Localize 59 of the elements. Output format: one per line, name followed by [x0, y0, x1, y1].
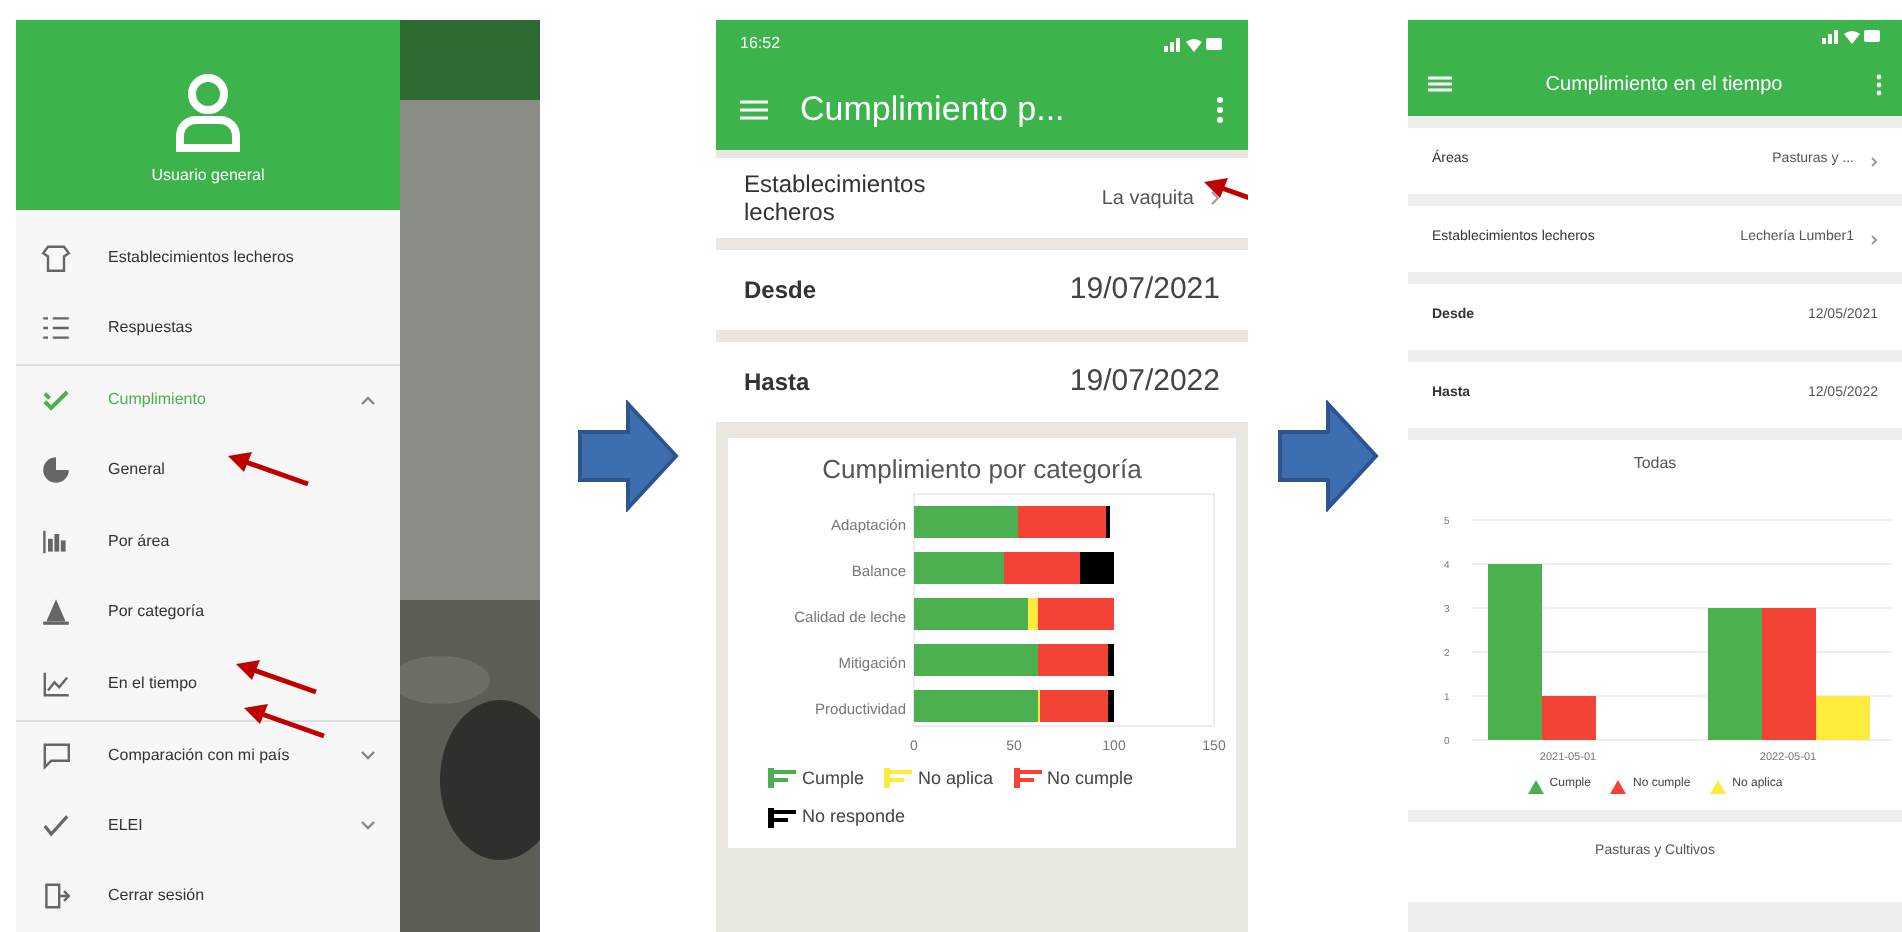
pyramid-icon — [40, 596, 72, 629]
bar-segment — [914, 551, 1004, 583]
screen-title: Cumplimiento en el tiempo — [1543, 71, 1785, 99]
filter-value: 19/07/2022 — [1067, 361, 1220, 402]
chevron-icon — [1870, 233, 1878, 245]
filter-label: Hasta — [744, 368, 812, 396]
more-icon[interactable] — [1876, 73, 1882, 95]
filter-value: 19/07/2021 — [1067, 269, 1220, 310]
legend-label: No cumple — [1047, 765, 1134, 792]
annotation-arrow — [240, 700, 328, 740]
legend-icon — [884, 768, 913, 789]
menu-item[interactable]: Respuestas — [16, 293, 400, 364]
filter-label: Establecimientos lecheros — [744, 170, 928, 226]
more-icon[interactable] — [1216, 95, 1224, 123]
annotation-arrow — [224, 448, 312, 488]
logout-icon — [40, 880, 72, 913]
filter-row[interactable]: Establecimientos lecheros La vaquita — [716, 158, 1248, 238]
legend-label: No aplica — [918, 765, 994, 792]
chart-title: Cumplimiento por categoría — [822, 452, 1142, 488]
line-chart-icon — [40, 667, 72, 700]
menu-item[interactable]: General — [16, 435, 400, 506]
filter-row[interactable]: Desde 19/07/2021 — [716, 250, 1248, 330]
menu-item[interactable]: Cerrar sesión — [16, 861, 400, 932]
annotation-arrow — [232, 656, 320, 696]
user-icon — [172, 72, 244, 152]
legend-label: Cumple — [802, 765, 865, 792]
menu-item[interactable]: En el tiempo — [16, 648, 400, 719]
screen-title: Cumplimiento p... — [800, 87, 1067, 132]
bar-chart-icon — [40, 525, 72, 558]
chart-title: Todas — [1633, 452, 1677, 476]
status-icons — [1822, 28, 1882, 44]
menu-icon[interactable] — [1428, 76, 1452, 92]
legend-label: No responde — [802, 804, 906, 830]
chevron-icon — [1210, 190, 1220, 206]
status-icons — [1164, 36, 1224, 52]
legend-icon — [768, 768, 796, 789]
shirt-icon — [40, 241, 72, 274]
filter-value: La vaquita — [1099, 185, 1194, 213]
menu-item[interactable]: Por área — [16, 506, 400, 577]
legend-icon — [768, 807, 796, 828]
next-arrow-icon — [576, 400, 680, 512]
filter-label: Desde — [744, 276, 819, 304]
bar — [1707, 608, 1761, 740]
status-time: 16:52 — [740, 32, 781, 56]
user-name: Usuario general — [151, 164, 265, 188]
chevron-icon — [1870, 155, 1878, 167]
legend-icon — [1527, 777, 1544, 793]
menu-item[interactable]: ELEI — [16, 790, 400, 861]
menu-item[interactable]: Por categoría — [16, 577, 400, 648]
bar-segment — [914, 505, 1018, 537]
legend-icon — [1013, 768, 1042, 789]
menu-icon[interactable] — [740, 99, 768, 119]
next-arrow-icon — [1276, 400, 1380, 512]
pie-icon — [40, 454, 72, 487]
legend-icon — [1710, 777, 1727, 793]
filter-row[interactable]: Hasta 19/07/2022 — [716, 342, 1248, 422]
list-icon — [40, 312, 72, 345]
legend-icon — [1610, 777, 1627, 793]
menu-item[interactable]: Establecimientos lecheros — [16, 222, 400, 293]
